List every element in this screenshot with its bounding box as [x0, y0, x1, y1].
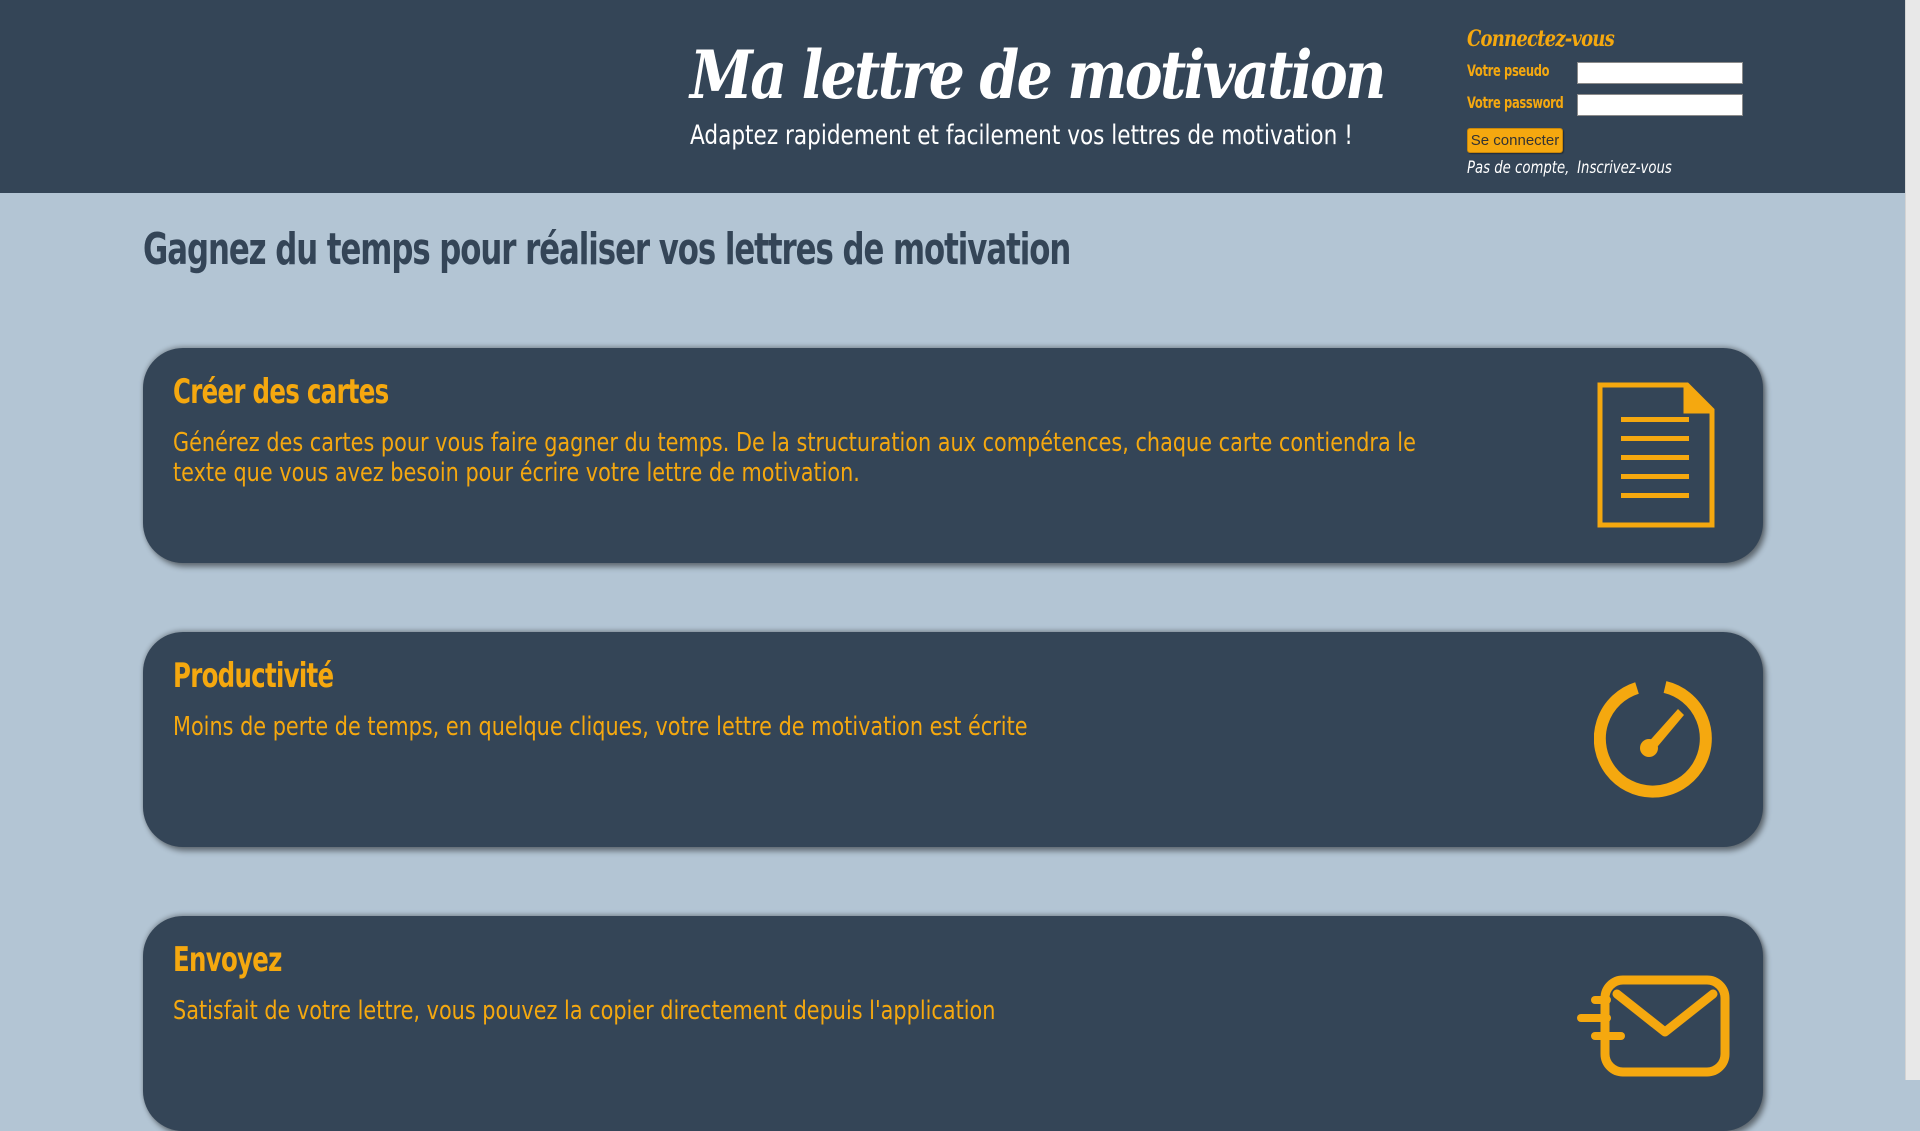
card-text: Satisfait de votre lettre, vous pouvez l…	[173, 996, 996, 1026]
section-title: Gagnez du temps pour réaliser vos lettre…	[143, 224, 1071, 275]
site-subtitle: Adaptez rapidement et facilement vos let…	[690, 120, 1353, 151]
signup-prompt: Pas de compte, Inscrivez-vous	[1467, 158, 1672, 178]
document-icon	[1597, 382, 1715, 528]
feature-card-send: Envoyez Satisfait de votre lettre, vous …	[143, 916, 1763, 1131]
signup-link[interactable]: Inscrivez-vous	[1577, 158, 1672, 178]
card-text: Moins de perte de temps, en quelque cliq…	[173, 712, 1028, 742]
pseudo-input[interactable]	[1577, 62, 1743, 84]
login-title: Connectez-vous	[1467, 26, 1615, 52]
fast-mail-icon	[1577, 975, 1730, 1077]
card-text: Générez des cartes pour vous faire gagne…	[173, 428, 1416, 488]
login-button[interactable]: Se connecter	[1467, 128, 1563, 153]
speedometer-icon	[1594, 681, 1712, 798]
login-form: Connectez-vous Votre pseudo Votre passwo…	[1467, 26, 1757, 186]
vertical-scrollbar[interactable]	[1905, 0, 1920, 1080]
card-title: Envoyez	[173, 940, 282, 980]
site-header: Ma lettre de motivation Adaptez rapideme…	[0, 0, 1905, 193]
card-title: Créer des cartes	[173, 372, 389, 412]
password-input[interactable]	[1577, 94, 1743, 116]
pseudo-label: Votre pseudo	[1467, 61, 1550, 80]
feature-card-create-cards: Créer des cartes Générez des cartes pour…	[143, 348, 1763, 563]
feature-card-productivity: Productivité Moins de perte de temps, en…	[143, 632, 1763, 847]
site-title[interactable]: Ma lettre de motivation	[690, 36, 1386, 114]
card-title: Productivité	[173, 656, 334, 696]
password-label: Votre password	[1467, 93, 1564, 112]
no-account-text: Pas de compte,	[1467, 158, 1570, 178]
